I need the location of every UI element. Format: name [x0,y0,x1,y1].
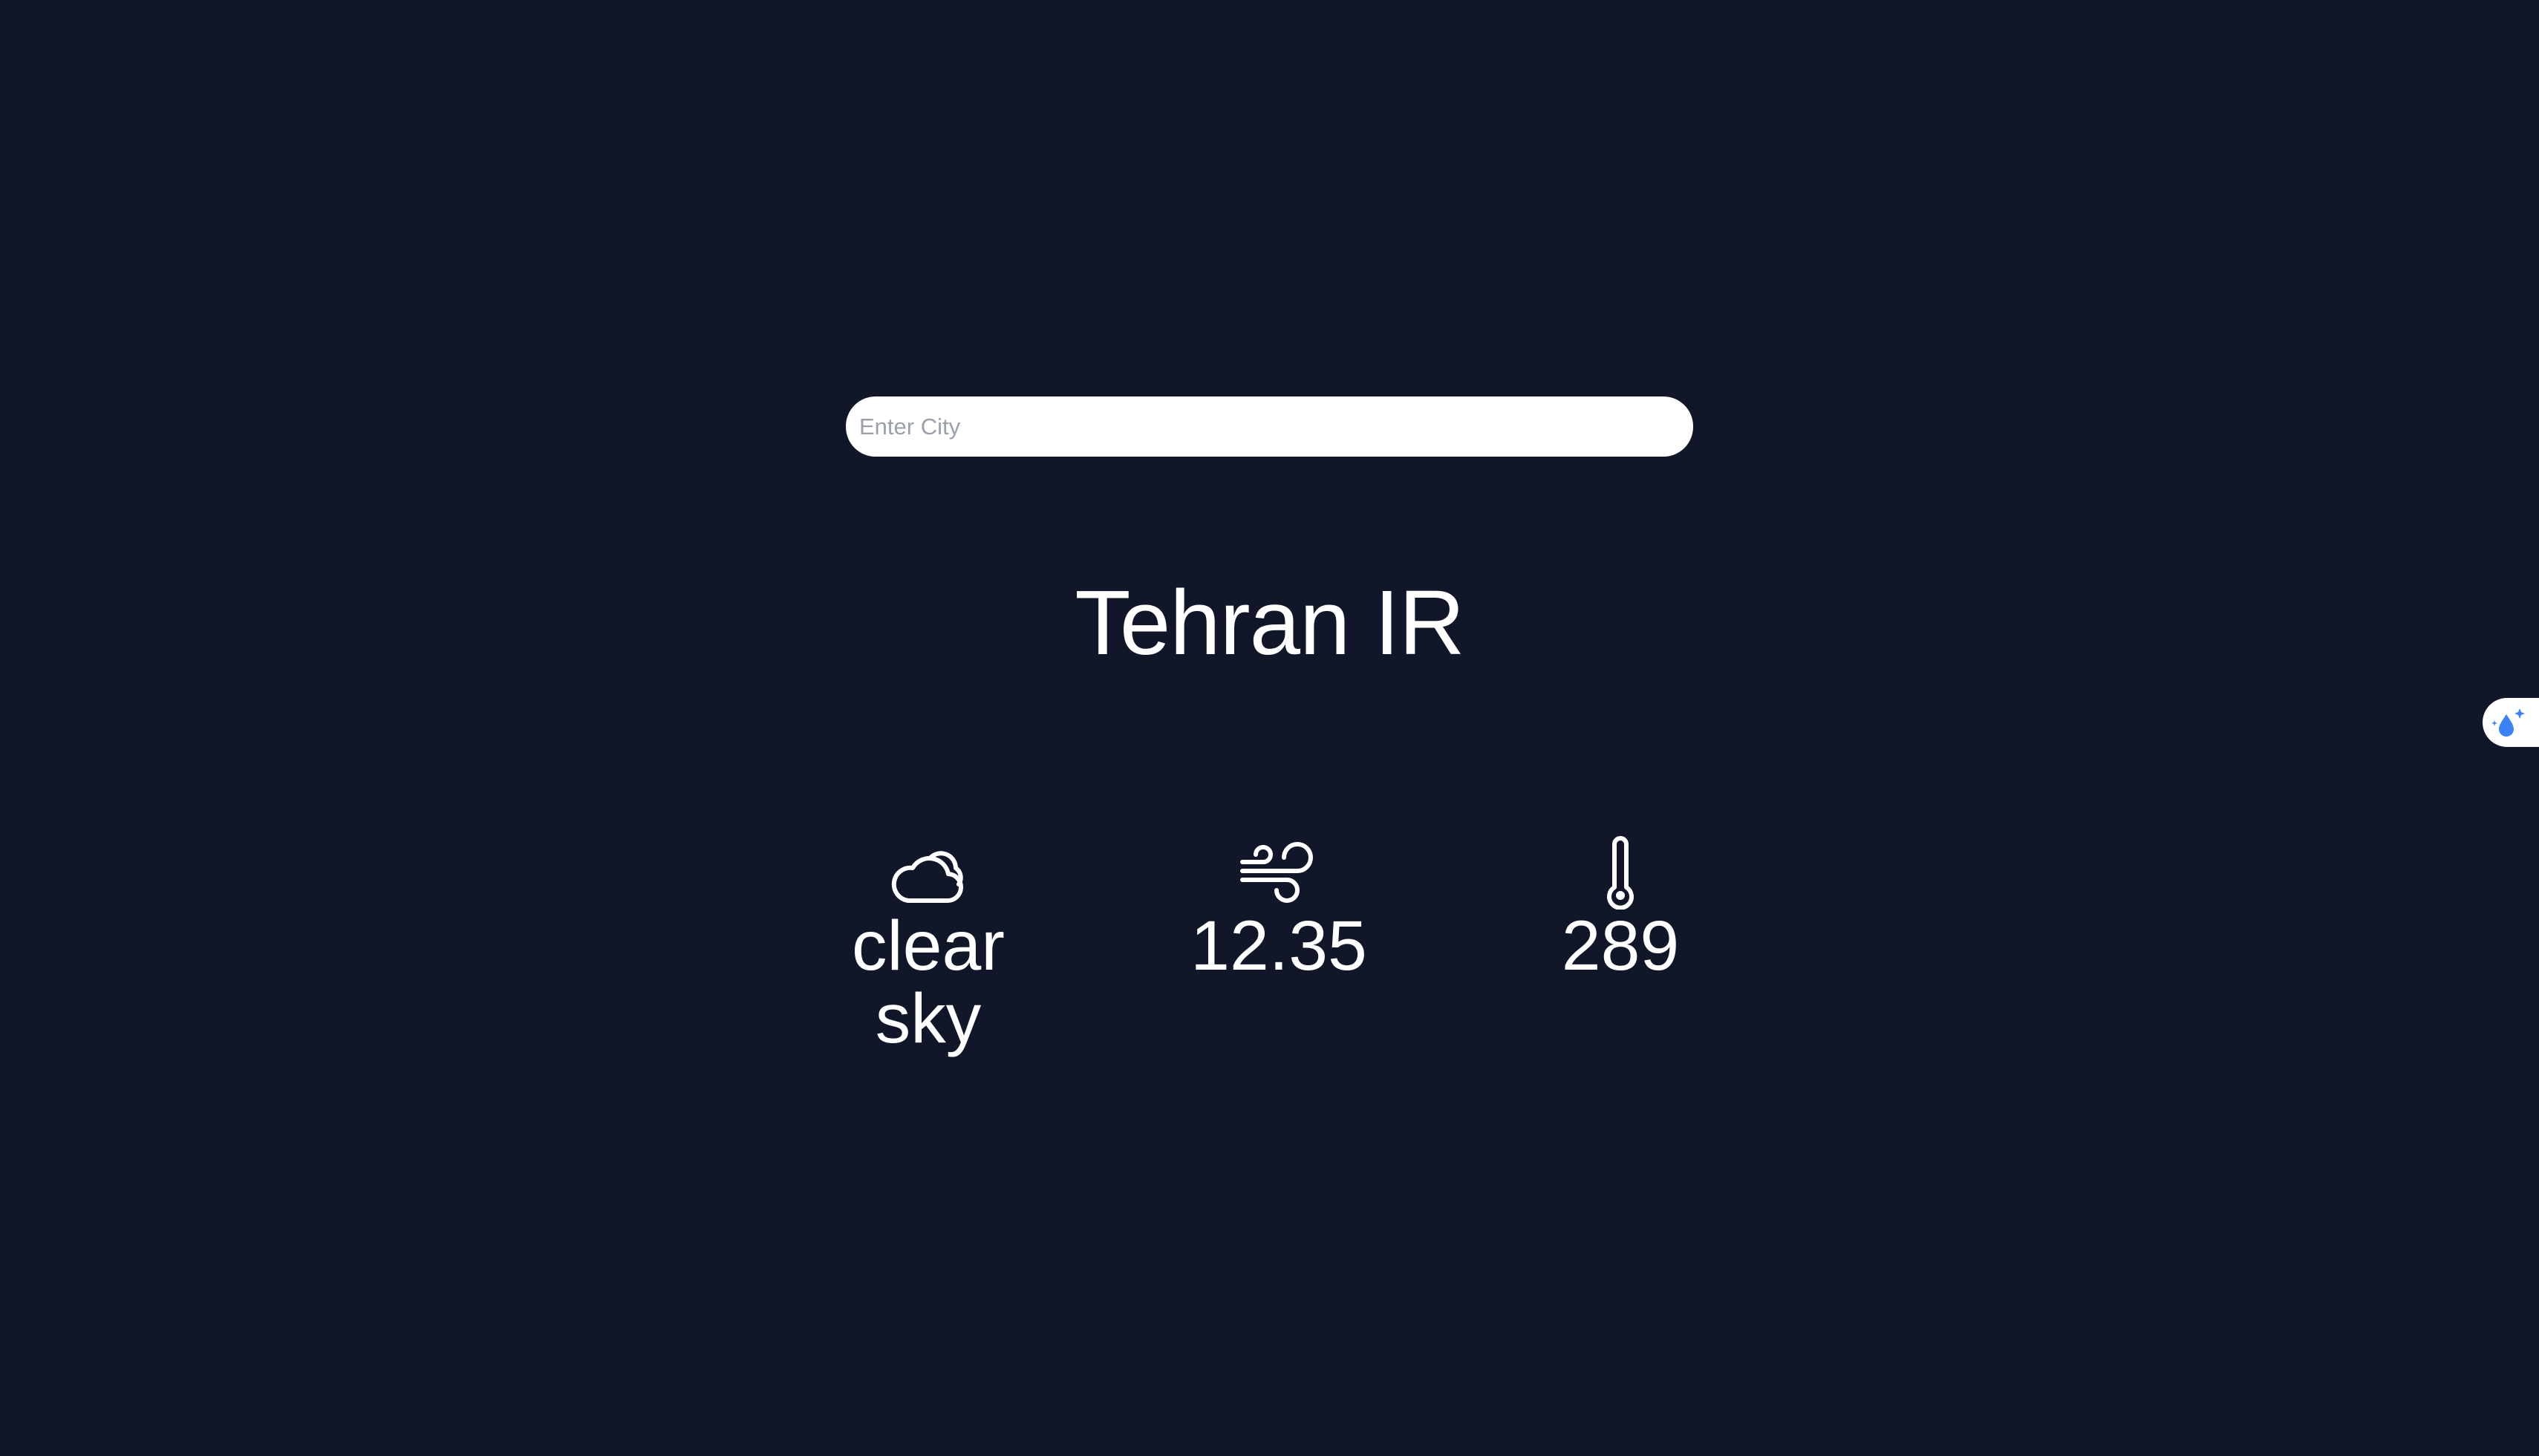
wind-icon [1240,842,1313,903]
weather-description-stat: clear sky [809,835,1047,1055]
city-search-input[interactable] [846,396,1693,457]
cloud-icon [891,851,964,904]
search-bar [846,396,1693,457]
wind-speed-stat: 12.35 [1160,835,1398,982]
side-widget-button[interactable] [2483,698,2539,747]
water-drop-sparkle-icon [2491,708,2525,737]
weather-app: Tehran IR clear sky 12.35 289 [0,0,2539,1456]
weather-description-value: clear sky [852,907,1005,1058]
city-title: Tehran IR [1075,572,1464,674]
thermometer-icon [1607,836,1634,910]
temperature-stat: 289 [1502,835,1739,982]
temperature-value: 289 [1561,907,1680,985]
wind-speed-value: 12.35 [1190,907,1367,985]
